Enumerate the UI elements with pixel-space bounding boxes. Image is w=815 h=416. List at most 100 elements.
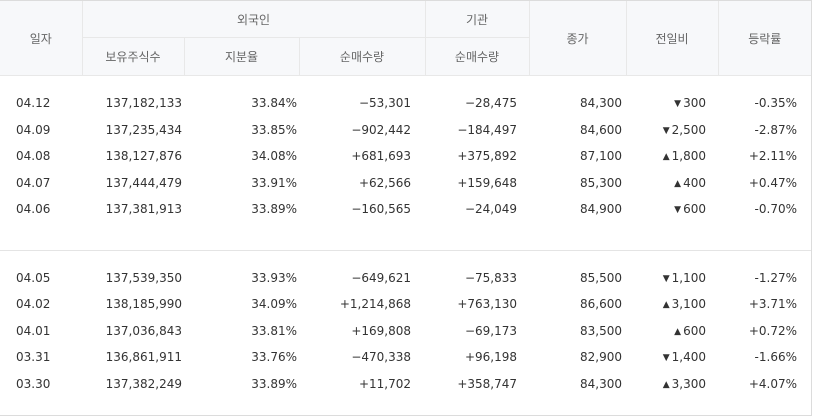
change-rate-cell: +4.07% bbox=[748, 376, 797, 391]
change-cell: ▼ 300 bbox=[626, 90, 718, 117]
institution-net-cell: −184,497 bbox=[457, 122, 517, 137]
table-row: 04.08 138,127,876 34.08% +681,693 +375,892 87… bbox=[0, 143, 811, 170]
header-foreign-holdings: 보유주식수 bbox=[81, 37, 184, 76]
down-triangle-icon: ▼ bbox=[662, 125, 670, 136]
up-triangle-icon: ▲ bbox=[674, 326, 682, 337]
change-rate-cell: -1.27% bbox=[754, 270, 797, 285]
date-cell: 04.12 bbox=[16, 96, 51, 111]
table-row: 03.31 136,861,911 33.76% −470,338 +96,198 82,… bbox=[0, 344, 811, 371]
change-value: 1,800 bbox=[671, 149, 706, 164]
change-rate-cell: -0.70% bbox=[754, 202, 797, 217]
header-institution-net: 순매수량 bbox=[424, 37, 529, 76]
foreign-net-cell: +62,566 bbox=[358, 175, 411, 190]
change-rate-cell: +2.11% bbox=[748, 149, 797, 164]
date-cell: 04.06 bbox=[16, 202, 51, 217]
institution-net-cell: −24,049 bbox=[464, 202, 517, 217]
institution-net-cell: +358,747 bbox=[457, 376, 517, 391]
institution-net-cell: −69,173 bbox=[464, 323, 517, 338]
foreign-holdings-cell: 137,235,434 bbox=[105, 122, 182, 137]
change-rate-cell: +3.71% bbox=[748, 297, 797, 312]
foreign-net-cell: −649,621 bbox=[351, 270, 411, 285]
close-price-cell: 84,600 bbox=[580, 122, 622, 137]
down-triangle-icon: ▼ bbox=[674, 205, 682, 216]
table-row: 04.01 137,036,843 33.81% +169,808 −69,173 83,… bbox=[0, 318, 811, 345]
foreign-net-cell: +169,808 bbox=[351, 323, 411, 338]
close-price-cell: 83,500 bbox=[580, 323, 622, 338]
foreign-net-cell: +11,702 bbox=[358, 376, 411, 391]
institution-net-cell: +96,198 bbox=[464, 350, 517, 365]
foreign-holdings-cell: 137,539,350 bbox=[105, 270, 182, 285]
change-cell: ▼ 1,400 bbox=[626, 344, 718, 371]
table-header: 일자 외국인 기관 종가 전일비 등락률 보유주식수 지분율 순매수량 순매수량 bbox=[0, 1, 811, 76]
date-cell: 03.30 bbox=[16, 376, 51, 391]
header-foreign-group: 외국인 bbox=[81, 1, 425, 38]
foreign-holdings-cell: 137,182,133 bbox=[105, 96, 182, 111]
change-value: 1,100 bbox=[671, 270, 706, 285]
close-price-cell: 84,900 bbox=[580, 202, 622, 217]
date-cell: 04.07 bbox=[16, 175, 51, 190]
foreign-holdings-cell: 137,036,843 bbox=[105, 323, 182, 338]
close-price-cell: 84,300 bbox=[580, 96, 622, 111]
foreign-ratio-cell: 33.76% bbox=[251, 350, 297, 365]
change-value: 400 bbox=[683, 175, 706, 190]
foreign-net-cell: −160,565 bbox=[351, 202, 411, 217]
table-row: 04.05 137,539,350 33.93% −649,621 −75,833 85,… bbox=[0, 265, 811, 292]
foreign-net-cell: −53,301 bbox=[358, 96, 411, 111]
foreign-ratio-cell: 33.91% bbox=[251, 175, 297, 190]
change-cell: ▼ 1,100 bbox=[626, 265, 718, 292]
foreign-net-cell: +681,693 bbox=[351, 149, 411, 164]
table-row: 03.30 137,382,249 33.89% +11,702 +358,747 84,… bbox=[0, 371, 811, 398]
date-cell: 03.31 bbox=[16, 350, 51, 365]
institution-net-cell: +375,892 bbox=[457, 149, 517, 164]
foreign-holdings-cell: 138,185,990 bbox=[105, 297, 182, 312]
foreign-ratio-cell: 33.89% bbox=[251, 376, 297, 391]
change-cell: ▼ 2,500 bbox=[626, 117, 718, 144]
foreign-ratio-cell: 33.81% bbox=[251, 323, 297, 338]
table-row: 04.09 137,235,434 33.85% −902,442 −184,497 84… bbox=[0, 117, 811, 144]
table-body-group-1: 04.12 137,182,133 33.84% −53,301 −28,475 84,3… bbox=[0, 76, 811, 251]
foreign-holdings-cell: 138,127,876 bbox=[105, 149, 182, 164]
change-cell: ▼ 600 bbox=[626, 196, 718, 223]
date-cell: 04.08 bbox=[16, 149, 51, 164]
change-cell: ▲ 3,300 bbox=[626, 371, 718, 398]
table-row: 04.07 137,444,479 33.91% +62,566 +159,648 85,… bbox=[0, 170, 811, 197]
foreign-holdings-cell: 136,861,911 bbox=[105, 350, 182, 365]
date-cell: 04.02 bbox=[16, 297, 51, 312]
institution-net-cell: +763,130 bbox=[457, 297, 517, 312]
group-divider bbox=[0, 222, 811, 251]
change-value: 600 bbox=[683, 323, 706, 338]
up-triangle-icon: ▲ bbox=[674, 178, 682, 189]
table-body-group-2: 04.05 137,539,350 33.93% −649,621 −75,833 85,… bbox=[0, 250, 811, 397]
down-triangle-icon: ▼ bbox=[662, 273, 670, 284]
header-foreign-net: 순매수량 bbox=[298, 37, 425, 76]
foreign-ratio-cell: 33.85% bbox=[251, 122, 297, 137]
change-cell: ▲ 3,100 bbox=[626, 291, 718, 318]
foreign-ratio-cell: 33.93% bbox=[251, 270, 297, 285]
header-date: 일자 bbox=[0, 1, 82, 76]
change-value: 1,400 bbox=[671, 350, 706, 365]
change-value: 600 bbox=[683, 202, 706, 217]
foreign-ratio-cell: 34.09% bbox=[251, 297, 297, 312]
close-price-cell: 87,100 bbox=[580, 149, 622, 164]
close-price-cell: 85,300 bbox=[580, 175, 622, 190]
up-triangle-icon: ▲ bbox=[662, 300, 670, 311]
change-rate-cell: +0.72% bbox=[748, 323, 797, 338]
change-cell: ▲ 1,800 bbox=[626, 143, 718, 170]
institution-net-cell: −75,833 bbox=[464, 270, 517, 285]
change-value: 3,300 bbox=[671, 376, 706, 391]
foreign-holdings-cell: 137,382,249 bbox=[105, 376, 182, 391]
foreign-net-cell: −902,442 bbox=[351, 122, 411, 137]
foreign-net-cell: +1,214,868 bbox=[339, 297, 411, 312]
change-rate-cell: -2.87% bbox=[754, 122, 797, 137]
close-price-cell: 86,600 bbox=[580, 297, 622, 312]
down-triangle-icon: ▼ bbox=[662, 353, 670, 364]
foreign-ratio-cell: 33.89% bbox=[251, 202, 297, 217]
up-triangle-icon: ▲ bbox=[662, 152, 670, 163]
header-change: 전일비 bbox=[625, 1, 718, 76]
header-close: 종가 bbox=[528, 1, 626, 76]
header-institution-group: 기관 bbox=[424, 1, 529, 38]
down-triangle-icon: ▼ bbox=[674, 99, 682, 110]
foreign-net-cell: −470,338 bbox=[351, 350, 411, 365]
header-rate: 등락률 bbox=[717, 1, 811, 76]
date-cell: 04.09 bbox=[16, 122, 51, 137]
